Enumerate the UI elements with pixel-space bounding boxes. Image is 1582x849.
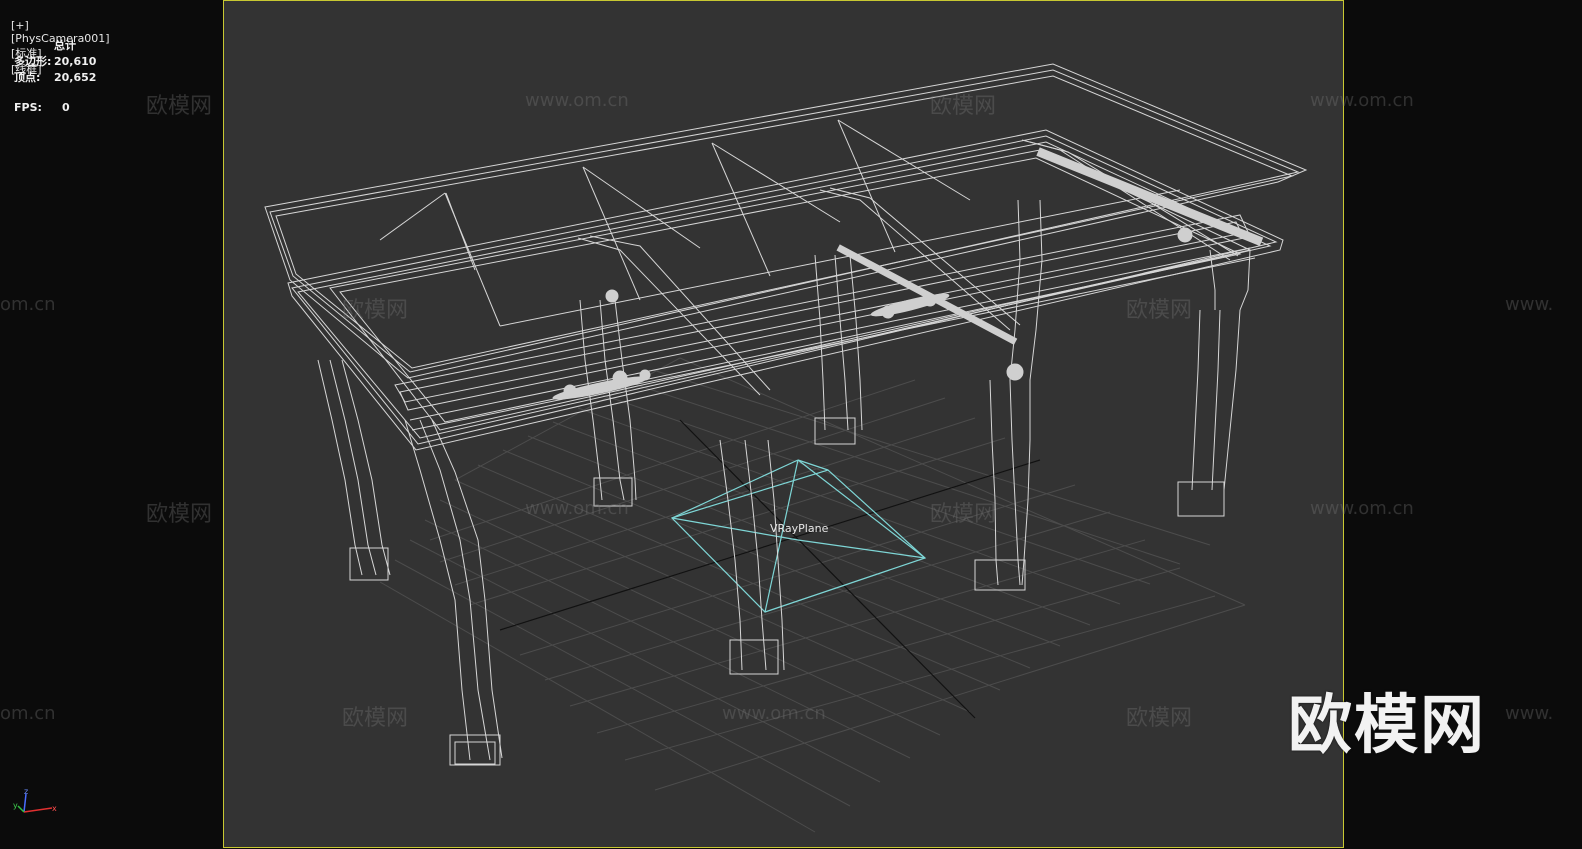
watermark-cn: 欧模网 <box>342 706 409 731</box>
watermark-logo-large: 欧模网 <box>1288 689 1486 763</box>
polygons-value: 20,610 <box>54 55 97 68</box>
watermark-cn: 欧模网 <box>146 502 213 527</box>
watermark-url: www.om.cn <box>722 703 826 724</box>
watermark-cn: 欧模网 <box>342 298 409 323</box>
polygons-label: 多边形: <box>14 55 52 68</box>
stats-header: 总计 <box>54 39 76 52</box>
table-wireframe <box>264 63 1308 766</box>
watermark-url-partial-right: www. <box>1505 703 1554 724</box>
watermark-cn: 欧模网 <box>1126 298 1193 323</box>
watermark-cn: 欧模网 <box>930 502 997 527</box>
watermark-url: www.om.cn <box>525 498 629 519</box>
viewport-menu-plus[interactable]: [+] <box>11 19 29 32</box>
watermark-url-partial: om.cn <box>0 703 56 724</box>
watermark-cn: 欧模网 <box>1126 706 1193 731</box>
fps-readout: FPS: 0 <box>14 101 70 114</box>
axis-tripod-icon: z y x <box>13 787 57 813</box>
vertices-value: 20,652 <box>54 71 97 84</box>
fps-value: 0 <box>62 101 70 114</box>
axis-y-label: y <box>13 801 18 810</box>
vertices-label: 顶点: <box>14 71 41 84</box>
watermark-url-partial: om.cn <box>0 294 56 315</box>
ground-grid <box>379 357 1246 833</box>
watermark-url: www.om.cn <box>525 90 629 111</box>
axis-x-label: x <box>52 804 57 813</box>
fps-label: FPS: <box>14 101 42 114</box>
watermark-url: www.om.cn <box>1310 90 1414 111</box>
watermark-cn: 欧模网 <box>146 94 213 119</box>
scene-statistics: 总计 多边形: 20,610 顶点: 20,652 <box>14 38 96 86</box>
watermark-url: www.om.cn <box>1310 498 1414 519</box>
vray-plane-label: VRayPlane <box>770 522 829 535</box>
watermark-url-partial-right: www. <box>1505 294 1554 315</box>
watermark-cn: 欧模网 <box>930 94 997 119</box>
axis-z-label: z <box>24 787 28 796</box>
